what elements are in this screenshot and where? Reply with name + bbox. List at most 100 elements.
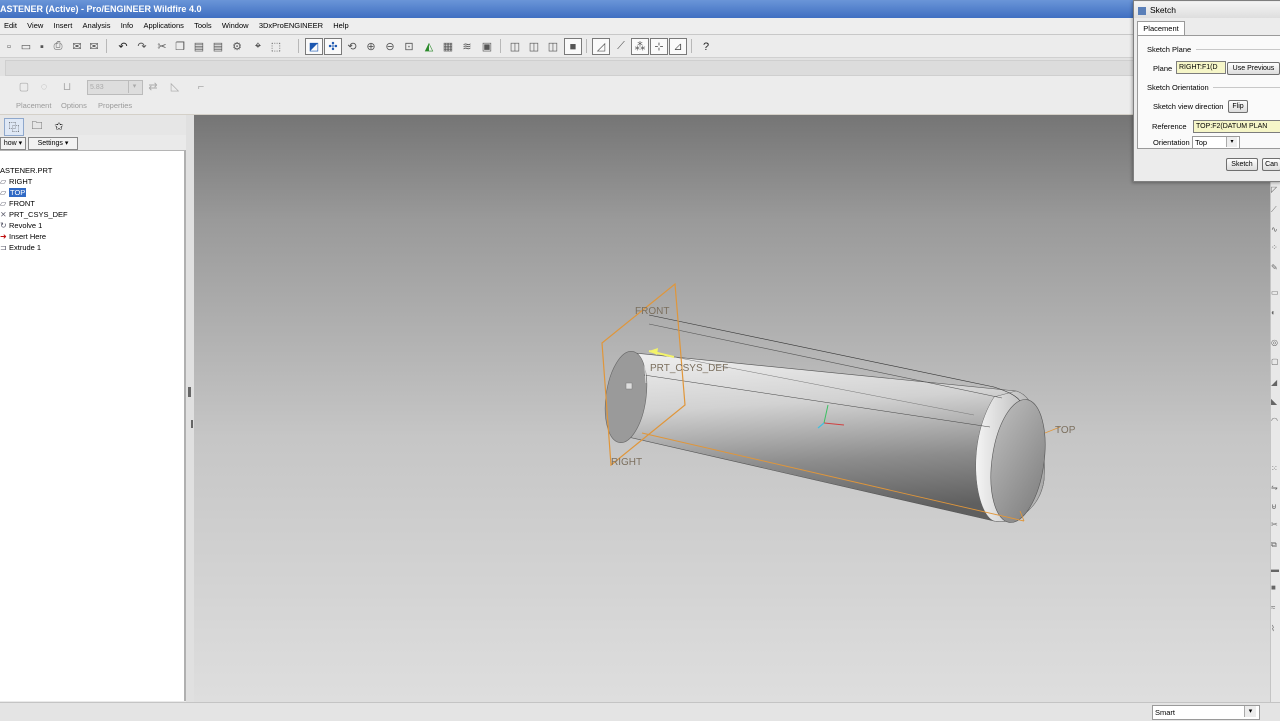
tree-item-csys[interactable]: ⨯ PRT_CSYS_DEF bbox=[0, 210, 68, 220]
style-tool-icon[interactable]: ≈ bbox=[1271, 603, 1280, 613]
repaint-icon[interactable]: ◩ bbox=[305, 38, 323, 55]
model-tree-tab-icon[interactable]: ⿻ bbox=[4, 118, 24, 136]
tab-properties[interactable]: Properties bbox=[98, 101, 132, 110]
zoom-out-icon[interactable]: ⊖ bbox=[381, 38, 399, 55]
cut-icon[interactable]: ✂ bbox=[153, 38, 171, 55]
revolve-tool-icon[interactable]: ◐ bbox=[1271, 308, 1280, 318]
sketch-button[interactable]: Sketch bbox=[1226, 158, 1258, 171]
menu-edit[interactable]: Edit bbox=[0, 18, 21, 34]
orient-mode-icon[interactable]: ⟲ bbox=[343, 38, 361, 55]
pattern-tool-icon[interactable]: ⁙ bbox=[1271, 464, 1280, 474]
menu-info[interactable]: Info bbox=[117, 18, 138, 34]
thicken-tool-icon[interactable]: ▬ bbox=[1271, 565, 1280, 575]
thicken-icon[interactable]: ⌐ bbox=[194, 80, 208, 93]
undo-icon[interactable]: ↶ bbox=[114, 38, 132, 55]
menu-help[interactable]: Help bbox=[329, 18, 352, 34]
annotations-icon[interactable]: ⊿ bbox=[669, 38, 687, 55]
warp-tool-icon[interactable]: ⌇ bbox=[1271, 624, 1280, 634]
tree-item-revolve[interactable]: ↻ Revolve 1 bbox=[0, 221, 42, 231]
tree-item-right[interactable]: ▱ RIGHT bbox=[0, 177, 32, 187]
datum-point-tool-icon[interactable]: ⁘ bbox=[1271, 243, 1280, 253]
navigator-sash[interactable] bbox=[186, 115, 194, 702]
menu-analysis[interactable]: Analysis bbox=[79, 18, 115, 34]
menu-window[interactable]: Window bbox=[218, 18, 253, 34]
hole-tool-icon[interactable]: ◎ bbox=[1271, 338, 1280, 348]
tree-item-extrude[interactable]: ⊐ Extrude 1 bbox=[0, 243, 41, 253]
surface-icon[interactable]: ◌ bbox=[37, 80, 51, 93]
menu-3dx[interactable]: 3DxProENGINEER bbox=[255, 18, 327, 34]
settings-menu-button[interactable]: Settings ▾ bbox=[28, 137, 78, 150]
csys-display-icon[interactable]: ⊹ bbox=[650, 38, 668, 55]
chevron-down-icon[interactable]: ▾ bbox=[128, 80, 140, 93]
flip-direction-icon[interactable]: ⇄ bbox=[146, 80, 160, 93]
model-graphics[interactable]: FRONT PRT_CSYS_DEF RIGHT TOP bbox=[194, 115, 1270, 702]
paste-icon[interactable]: ▤ bbox=[190, 38, 208, 55]
extrude-tool-icon[interactable]: ▭ bbox=[1271, 288, 1280, 298]
saved-views-icon[interactable]: ▦ bbox=[439, 38, 457, 55]
cancel-button[interactable]: Can bbox=[1262, 158, 1280, 171]
regenerate-icon[interactable]: ⚙ bbox=[228, 38, 246, 55]
shell-tool-icon[interactable]: ▢ bbox=[1271, 357, 1280, 367]
chevron-down-icon[interactable]: ▾ bbox=[1226, 137, 1237, 147]
print-icon[interactable]: ⎙ bbox=[49, 38, 67, 55]
context-help-icon[interactable]: ? bbox=[697, 38, 715, 55]
zoom-in-icon[interactable]: ⊕ bbox=[362, 38, 380, 55]
show-menu-button[interactable]: how ▾ bbox=[0, 137, 26, 150]
sketch-tool-icon[interactable]: ✎ bbox=[1271, 263, 1280, 273]
datum-points-icon[interactable]: ⁂ bbox=[631, 38, 649, 55]
tree-item-insert-here[interactable]: ➜ Insert Here bbox=[0, 232, 46, 242]
menu-insert[interactable]: Insert bbox=[50, 18, 77, 34]
copy-icon[interactable]: ❐ bbox=[171, 38, 189, 55]
round-tool-icon[interactable]: ◠ bbox=[1271, 416, 1280, 426]
mirror-tool-icon[interactable]: ⇋ bbox=[1271, 483, 1280, 493]
new-file-icon[interactable]: ▫ bbox=[0, 38, 18, 55]
tree-item-top[interactable]: ▱ TOP bbox=[0, 188, 27, 198]
tree-item-part[interactable]: ASTENER.PRT bbox=[0, 166, 52, 176]
use-previous-button[interactable]: Use Previous bbox=[1227, 62, 1280, 75]
layers-icon[interactable]: ≋ bbox=[458, 38, 476, 55]
datum-planes-icon[interactable]: ◿ bbox=[592, 38, 610, 55]
tab-placement-dialog[interactable]: Placement bbox=[1137, 21, 1185, 36]
refit-icon[interactable]: ⊡ bbox=[400, 38, 418, 55]
datum-plane-tool-icon[interactable]: ◸ bbox=[1271, 185, 1280, 195]
solid-icon[interactable]: ▢ bbox=[17, 80, 31, 93]
hidden-line-icon[interactable]: ◫ bbox=[525, 38, 543, 55]
tree-item-front[interactable]: ▱ FRONT bbox=[0, 199, 35, 209]
blind-depth-icon[interactable]: ⊔ bbox=[60, 80, 74, 93]
no-hidden-icon[interactable]: ◫ bbox=[544, 38, 562, 55]
email-link-icon[interactable]: ✉ bbox=[85, 38, 103, 55]
solidify-tool-icon[interactable]: ■ bbox=[1271, 583, 1280, 593]
reference-field[interactable]: TOP:F2(DATUM PLAN bbox=[1193, 120, 1280, 133]
tab-placement[interactable]: Placement bbox=[16, 101, 51, 110]
rib-tool-icon[interactable]: ◢ bbox=[1271, 378, 1280, 388]
sash-grip[interactable] bbox=[188, 387, 191, 397]
draft-tool-icon[interactable]: ◣ bbox=[1271, 397, 1280, 407]
remove-material-icon[interactable]: ◺ bbox=[168, 80, 182, 93]
paste-special-icon[interactable]: ▤ bbox=[209, 38, 227, 55]
favorites-tab-icon[interactable]: ✩ bbox=[50, 118, 68, 134]
tab-options[interactable]: Options bbox=[61, 101, 87, 110]
spin-center-icon[interactable]: ✣ bbox=[324, 38, 342, 55]
trim-tool-icon[interactable]: ✂ bbox=[1271, 520, 1280, 530]
sketch-dialog-title-bar[interactable]: Sketch bbox=[1134, 2, 1280, 18]
chevron-down-icon[interactable]: ▾ bbox=[1244, 706, 1256, 717]
redo-icon[interactable]: ↷ bbox=[133, 38, 151, 55]
menu-view[interactable]: View bbox=[23, 18, 47, 34]
reorient-icon[interactable]: ◭ bbox=[420, 38, 438, 55]
merge-tool-icon[interactable]: ⊎ bbox=[1271, 502, 1280, 512]
wireframe-icon[interactable]: ◫ bbox=[506, 38, 524, 55]
sash-grip[interactable] bbox=[191, 420, 193, 428]
menu-applications[interactable]: Applications bbox=[139, 18, 187, 34]
plane-reference-field[interactable]: RIGHT:F1(D bbox=[1176, 61, 1226, 74]
datum-curve-tool-icon[interactable]: ∿ bbox=[1271, 225, 1280, 235]
find-icon[interactable]: ⌖ bbox=[249, 38, 267, 55]
datum-axes-icon[interactable]: ⟋ bbox=[612, 38, 630, 55]
offset-tool-icon[interactable]: ⧉ bbox=[1271, 540, 1280, 550]
selection-box-icon[interactable]: ⬚ bbox=[267, 38, 285, 55]
email-icon[interactable]: ✉ bbox=[68, 38, 86, 55]
view-manager-icon[interactable]: ▣ bbox=[478, 38, 496, 55]
shading-icon[interactable]: ■ bbox=[564, 38, 582, 55]
flip-button[interactable]: Flip bbox=[1228, 100, 1248, 113]
datum-axis-tool-icon[interactable]: ⟋ bbox=[1271, 205, 1280, 215]
menu-tools[interactable]: Tools bbox=[190, 18, 216, 34]
